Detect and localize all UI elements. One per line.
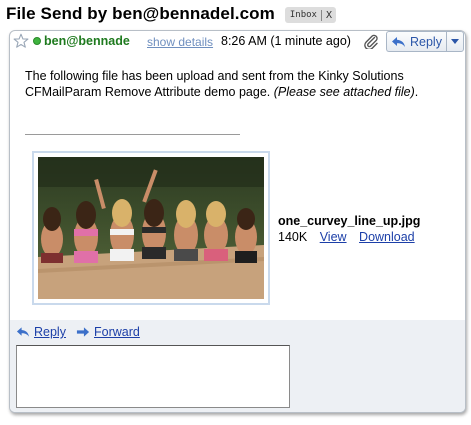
attachment-size: 140K <box>278 230 308 244</box>
more-actions-button[interactable] <box>446 31 464 52</box>
attachment-photo[interactable] <box>38 157 264 299</box>
footer-forward-link[interactable]: Forward <box>76 325 140 339</box>
attachment-view-link[interactable]: View <box>320 230 347 244</box>
sender-name[interactable]: ben@bennade <box>44 34 130 48</box>
dropdown-triangle-icon <box>451 39 459 44</box>
signature-divider <box>25 134 240 135</box>
message-body: The following file has been upload and s… <box>25 68 455 100</box>
reply-arrow-icon <box>16 327 30 337</box>
remove-label-button[interactable]: X <box>322 10 336 21</box>
footer-reply-label: Reply <box>34 325 66 339</box>
message-body-note: (Please see attached file) <box>273 85 415 99</box>
forward-arrow-icon <box>76 327 90 337</box>
message-card: ben@bennade show details 8:26 AM (1 minu… <box>9 30 466 413</box>
message-subject: File Send by ben@bennadel.com <box>6 4 275 23</box>
message-body-end: . <box>414 85 419 99</box>
message-time: 8:26 AM (1 minute ago) <box>221 34 351 48</box>
online-status-icon <box>33 37 41 45</box>
reply-footer: Reply Forward <box>10 320 465 412</box>
attachment-download-link[interactable]: Download <box>359 230 415 244</box>
reply-button-label: Reply <box>410 34 442 49</box>
attachment-filename: one_curvey_line_up.jpg <box>278 214 421 228</box>
subject-row: File Send by ben@bennadel.com Inbox X <box>6 3 336 25</box>
reply-arrow-icon <box>392 36 405 47</box>
star-icon[interactable] <box>13 33 29 49</box>
message-header: ben@bennade show details 8:26 AM (1 minu… <box>10 31 465 53</box>
attachment-thumbnail[interactable] <box>32 151 270 305</box>
inbox-label-chip: Inbox X <box>284 7 336 23</box>
paperclip-icon <box>364 34 378 49</box>
footer-forward-label: Forward <box>94 325 140 339</box>
quick-reply-textarea[interactable] <box>16 345 290 408</box>
footer-reply-link[interactable]: Reply <box>16 325 66 339</box>
inbox-label-text[interactable]: Inbox <box>285 10 321 20</box>
attachment-meta: 140K View Download <box>278 230 424 244</box>
reply-button[interactable]: Reply <box>386 31 446 52</box>
show-details-link[interactable]: show details <box>147 35 213 49</box>
